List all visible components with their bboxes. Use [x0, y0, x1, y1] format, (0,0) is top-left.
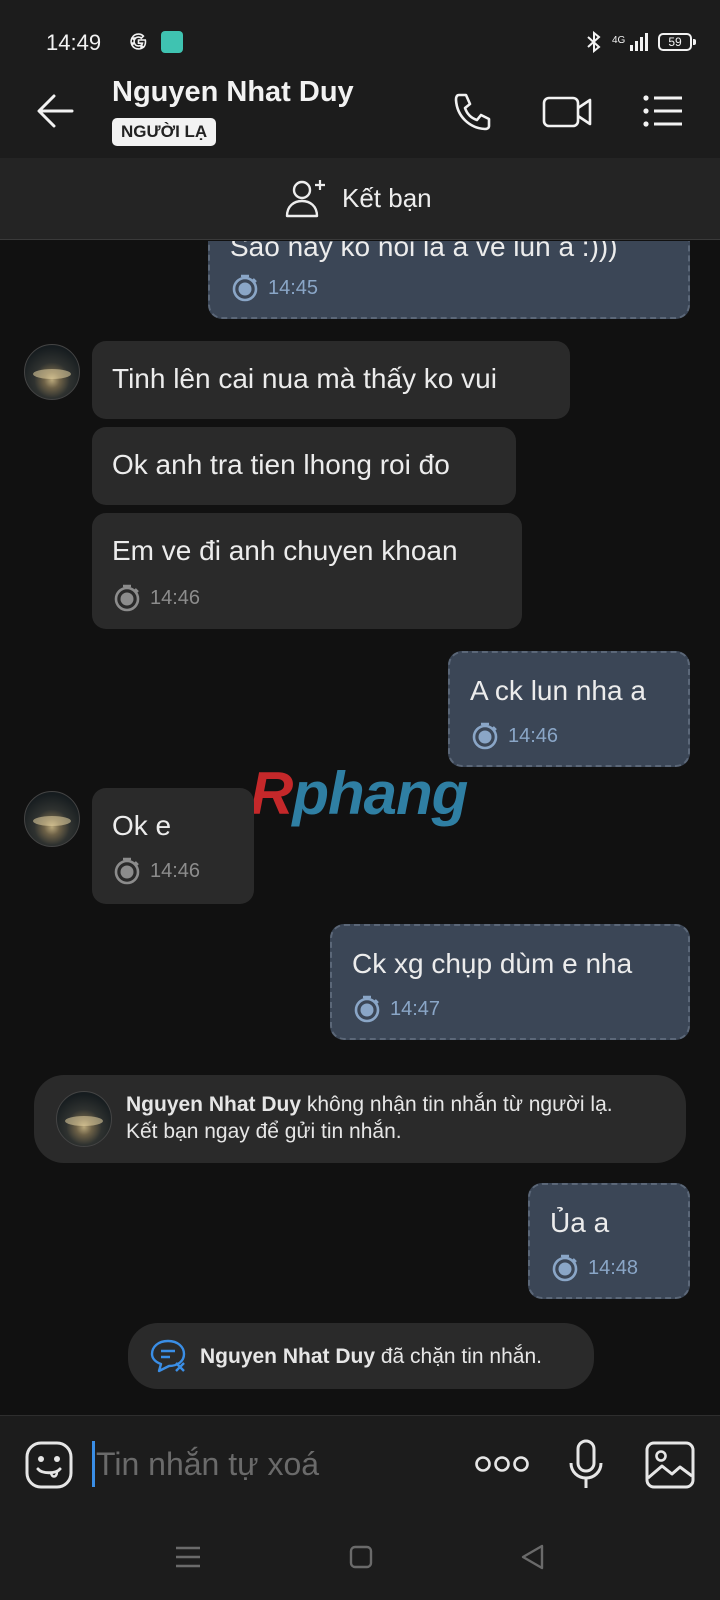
message-time: 14:47: [390, 997, 441, 1020]
more-icon[interactable]: [474, 1454, 530, 1474]
message-text: A ck lun nha a: [470, 675, 646, 706]
message-time: 14:46: [150, 859, 201, 882]
message-meta: 14:45: [230, 273, 318, 303]
message-time: 14:48: [588, 1256, 639, 1279]
battery-indicator: 59: [658, 33, 696, 51]
avatar[interactable]: [24, 791, 80, 847]
home-icon[interactable]: [348, 1544, 374, 1570]
gallery-icon[interactable]: [644, 1440, 696, 1490]
message-time: 14:46: [508, 724, 559, 747]
status-indicators: 4G 59: [586, 30, 696, 54]
chat-header: Nguyen Nhat Duy NGƯỜI LẠ: [0, 64, 720, 158]
message-meta: 14:47: [352, 994, 440, 1024]
message-text: Em ve đi anh chuyen khoan: [112, 535, 458, 566]
timer-icon: [354, 995, 380, 1023]
message-bubble-incoming[interactable]: Tinh lên cai nua mà thấy ko vui: [92, 341, 570, 419]
add-friend-button[interactable]: Kết bạn: [284, 176, 432, 220]
status-bar: 14:49 4G 59: [0, 0, 720, 64]
text-cursor: [92, 1441, 95, 1487]
blocked-chat-icon: [150, 1339, 186, 1373]
stranger-notice: Nguyen Nhat Duy không nhận tin nhắn từ n…: [34, 1075, 686, 1163]
message-text: Sao nấy ko nói là a về lun a :))): [230, 241, 618, 262]
message-text: Tinh lên cai nua mà thấy ko vui: [112, 363, 497, 394]
back-nav-icon[interactable]: [518, 1543, 546, 1571]
timer-icon: [472, 722, 498, 750]
status-time: 14:49: [46, 30, 102, 55]
signal-icon: 4G: [612, 33, 648, 51]
message-time: 14:45: [268, 276, 319, 299]
watermark-logo: Rphang: [250, 760, 468, 827]
timer-icon: [114, 857, 140, 885]
message-input-bar: Tin nhắn tự xoá: [0, 1415, 720, 1515]
system-navigation-bar: [0, 1515, 720, 1600]
message-bubble-incoming[interactable]: Em ve đi anh chuyen khoan 14:46: [92, 513, 522, 629]
message-text: Ok e: [112, 810, 172, 841]
google-icon: [130, 33, 147, 50]
message-text: Ủa a: [550, 1207, 610, 1238]
message-meta: 14:46: [112, 856, 200, 886]
add-friend-icon: [285, 180, 325, 218]
menu-list-icon[interactable]: [638, 86, 690, 136]
add-friend-bar: Kết bạn: [0, 158, 720, 240]
avatar[interactable]: [24, 344, 80, 400]
recent-apps-icon[interactable]: [174, 1545, 202, 1569]
message-input[interactable]: Tin nhắn tự xoá: [96, 1446, 319, 1483]
blocked-notice-text: Nguyen Nhat Duy đã chặn tin nhắn.: [200, 1345, 542, 1368]
message-meta: 14:46: [112, 583, 200, 613]
message-time: 14:46: [150, 586, 201, 609]
add-friend-label: Kết bạn: [342, 182, 432, 213]
timer-icon: [232, 274, 258, 302]
bluetooth-icon: [587, 31, 601, 53]
app-notification-icon: [161, 31, 183, 53]
microphone-icon[interactable]: [566, 1438, 606, 1492]
timer-icon: [552, 1254, 578, 1282]
message-meta: 14:46: [470, 721, 558, 751]
message-bubble-outgoing[interactable]: Sao nấy ko nói là a về lun a :))) 14:45: [208, 241, 690, 319]
chat-messages[interactable]: Sao nấy ko nói là a về lun a :))) 14:45 …: [0, 241, 720, 1415]
avatar: [56, 1091, 112, 1147]
message-bubble-incoming[interactable]: Ok anh tra tien lhong roi đo: [92, 427, 516, 505]
stranger-badge: NGƯỜI LẠ: [112, 118, 217, 146]
back-arrow-icon[interactable]: [28, 86, 84, 136]
message-meta: 14:48: [550, 1253, 638, 1283]
video-call-icon[interactable]: [540, 86, 596, 136]
svg-text:4G: 4G: [612, 35, 626, 46]
contact-name[interactable]: Nguyen Nhat Duy: [112, 76, 354, 109]
message-bubble-outgoing[interactable]: Ủa a 14:48: [528, 1183, 690, 1299]
message-text: Ck xg chụp dùm e nha: [352, 948, 633, 979]
timer-icon: [114, 584, 140, 612]
message-bubble-outgoing[interactable]: Ck xg chụp dùm e nha 14:47: [330, 924, 690, 1040]
blocked-notice: Nguyen Nhat Duy đã chặn tin nhắn.: [128, 1323, 594, 1389]
message-bubble-outgoing[interactable]: A ck lun nha a 14:46: [448, 651, 690, 767]
emoji-icon[interactable]: [24, 1440, 74, 1490]
message-text: Ok anh tra tien lhong roi đo: [112, 449, 450, 480]
stranger-notice-text: Nguyen Nhat Duy không nhận tin nhắn từ n…: [126, 1093, 613, 1143]
phone-icon[interactable]: [446, 86, 498, 136]
message-bubble-incoming[interactable]: Ok e 14:46: [92, 788, 254, 904]
